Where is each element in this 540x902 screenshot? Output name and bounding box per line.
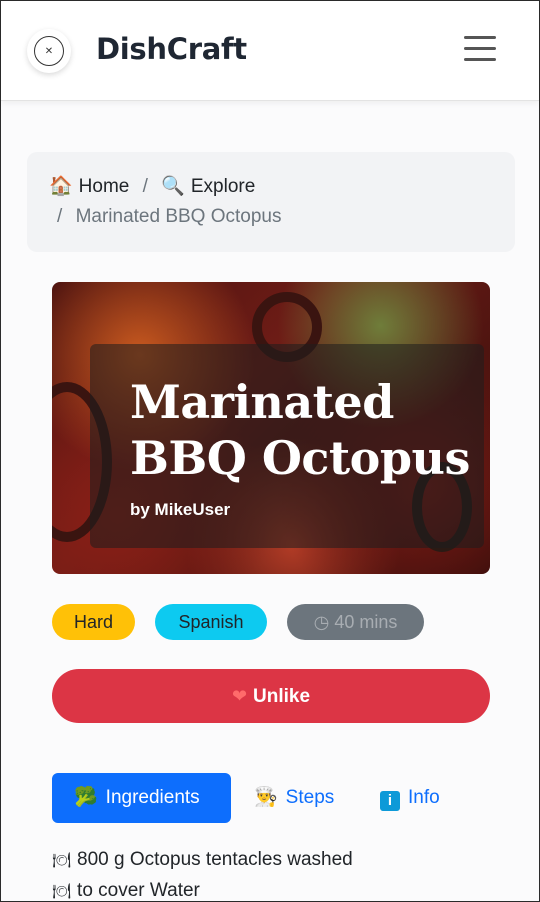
tab-ingredients-label: Ingredients: [105, 787, 200, 808]
breadcrumb-separator: /: [142, 176, 148, 197]
recipe-author[interactable]: by MikeUser: [130, 500, 230, 520]
ingredients-list: 🍽 800 g Octopus tentacles washed 🍽 to cove…: [52, 845, 353, 902]
list-item: 🍽 800 g Octopus tentacles washed: [52, 845, 353, 876]
time-label: 40 mins: [334, 612, 398, 632]
info-icon: i: [380, 791, 400, 811]
tab-ingredients[interactable]: 🥦 Ingredients: [52, 773, 231, 823]
breadcrumb-separator: /: [57, 206, 63, 227]
recipe-title: Marinated BBQ Octopus: [130, 375, 470, 485]
breadcrumb-home[interactable]: 🏠 Home: [49, 172, 129, 202]
unlike-button[interactable]: ❤ Unlike: [52, 669, 490, 723]
tab-info-label: Info: [408, 787, 440, 808]
plate-icon: 🍽: [52, 852, 72, 869]
clock-icon: ◷: [313, 612, 330, 632]
navbar: ✕ DishCraft: [1, 1, 539, 101]
tab-steps-label: Steps: [285, 787, 335, 808]
home-icon: 🏠: [49, 176, 73, 197]
breadcrumb: 🏠 Home / 🔍 Explore / Marinated BBQ Octopus: [27, 152, 515, 252]
breadcrumb-current: Marinated BBQ Octopus: [75, 206, 282, 227]
hamburger-menu-icon[interactable]: [464, 36, 498, 66]
difficulty-badge: Hard: [52, 604, 135, 640]
chef-knife-logo-icon: ✕: [34, 36, 64, 66]
breadcrumb-explore-label: Explore: [190, 176, 256, 197]
breadcrumb-home-label: Home: [78, 176, 130, 197]
brand-logo[interactable]: ✕: [27, 29, 71, 73]
breadcrumb-explore[interactable]: 🔍 Explore: [161, 172, 255, 202]
ingredient-text: 800 g Octopus tentacles washed: [77, 849, 353, 870]
cuisine-badge: Spanish: [155, 604, 267, 640]
ingredient-text: to cover Water: [77, 880, 200, 901]
heart-icon: ❤: [231, 686, 248, 706]
plate-icon: 🍽: [52, 883, 72, 900]
list-item: 🍽 to cover Water: [52, 876, 353, 902]
tab-steps[interactable]: 👨‍🍳 Steps: [254, 773, 364, 823]
unlike-label: Unlike: [253, 686, 311, 707]
recipe-hero-image: Marinated BBQ Octopus by MikeUser: [52, 282, 490, 574]
time-badge: ◷ 40 mins: [287, 604, 424, 640]
brand-name[interactable]: DishCraft: [96, 32, 247, 66]
tab-info[interactable]: i Info: [380, 773, 480, 823]
broccoli-icon: 🥦: [74, 787, 98, 808]
chef-icon: 👨‍🍳: [254, 787, 278, 808]
search-icon: 🔍: [161, 176, 185, 197]
